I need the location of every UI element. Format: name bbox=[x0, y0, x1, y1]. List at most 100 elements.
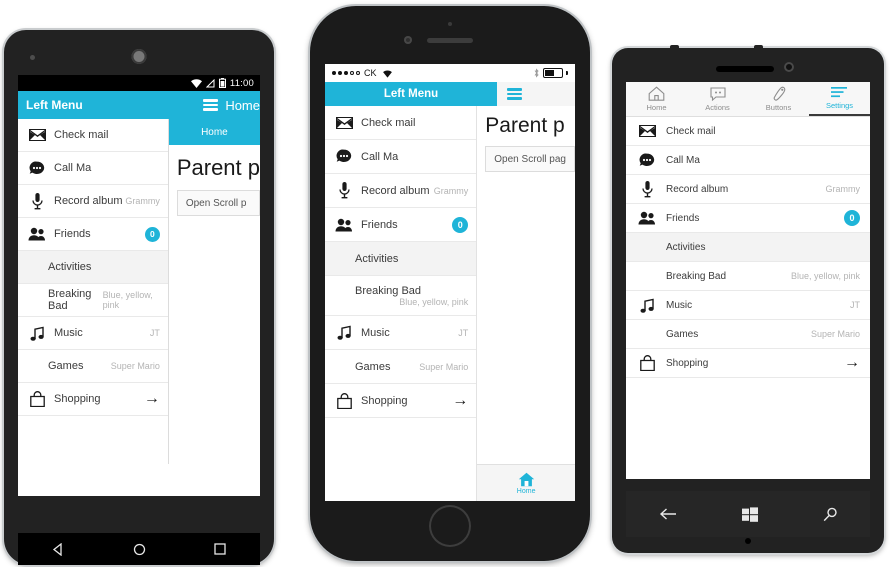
list-item-label: Music bbox=[361, 326, 390, 339]
list-item-label: Check mail bbox=[666, 125, 716, 137]
list-section-header: Activities bbox=[626, 233, 870, 262]
proximity-sensor-icon bbox=[448, 22, 452, 26]
front-camera-icon bbox=[784, 62, 794, 72]
winphone-nav-bar bbox=[626, 491, 870, 537]
android-menu-header: Left Menu bbox=[18, 91, 198, 119]
list-item-sub: Super Mario bbox=[419, 361, 469, 372]
iphone-tab-bar: Home bbox=[477, 464, 575, 501]
iphone-content-pane: Parent p Open Scroll pag Home bbox=[477, 106, 575, 501]
list-item[interactable]: Record album Grammy bbox=[626, 175, 870, 204]
list-item[interactable]: Shopping → bbox=[18, 383, 168, 416]
iphone-battery-group bbox=[533, 68, 568, 78]
list-section-header-label: Activities bbox=[355, 252, 399, 265]
mic-icon bbox=[26, 190, 48, 212]
list-item-label: Breaking Bad bbox=[666, 270, 727, 282]
list-item-label: Call Ma bbox=[361, 150, 399, 163]
tab-actions[interactable]: Actions bbox=[687, 82, 748, 116]
earpiece-icon bbox=[716, 66, 774, 72]
list-item[interactable]: Music JT bbox=[626, 291, 870, 320]
signal-dots-icon bbox=[332, 71, 360, 75]
list-item[interactable]: Shopping → bbox=[626, 349, 870, 378]
open-scroll-page-button[interactable]: Open Scroll pag bbox=[485, 146, 575, 172]
list-item-label: Shopping bbox=[54, 393, 101, 405]
top-nub-left-icon bbox=[670, 45, 679, 52]
list-item[interactable]: Breaking Bad Blue, yellow, pink bbox=[325, 276, 477, 316]
list-item[interactable]: Breaking Bad Blue, yellow, pink bbox=[626, 262, 870, 291]
android-status-bar: 11:00 bbox=[18, 75, 260, 91]
list-item[interactable]: Games Super Mario bbox=[325, 350, 477, 384]
list-section-header-label: Activities bbox=[666, 241, 706, 253]
microphone-icon bbox=[745, 538, 751, 544]
tab-home[interactable]: Home bbox=[626, 82, 687, 116]
list-item[interactable]: Breaking Bad Blue, yellow, pink bbox=[18, 284, 168, 317]
tab-label: Settings bbox=[825, 101, 854, 110]
list-item[interactable]: Call Ma bbox=[626, 146, 870, 175]
open-scroll-page-button[interactable]: Open Scroll p bbox=[176, 190, 260, 216]
tab-settings[interactable]: Settings bbox=[809, 82, 870, 116]
wifi-icon bbox=[190, 78, 202, 88]
list-item-sub: JT bbox=[149, 328, 160, 338]
buttons-icon bbox=[773, 86, 786, 101]
list-item[interactable]: Check mail bbox=[325, 106, 477, 140]
list-item[interactable]: Shopping → bbox=[325, 384, 477, 418]
chat-icon bbox=[333, 146, 355, 168]
home-icon bbox=[518, 472, 534, 486]
list-item-label: Call Ma bbox=[666, 154, 700, 166]
list-item-label: Shopping bbox=[666, 357, 709, 369]
carrier-label: CK bbox=[364, 68, 377, 78]
android-phone: 11:00 Left Menu Home Check mail Call Ma … bbox=[4, 30, 274, 565]
list-item-label: Games bbox=[666, 328, 699, 340]
list-item[interactable]: Games Super Mario bbox=[18, 350, 168, 383]
list-item[interactable]: Friends 0 bbox=[18, 218, 168, 251]
list-item[interactable]: Check mail bbox=[18, 119, 168, 152]
iphone-screen: CK Left Menu Check mail Call Ma Record a… bbox=[325, 64, 575, 501]
hamburger-icon[interactable] bbox=[203, 99, 219, 111]
wifi-icon bbox=[382, 69, 392, 78]
iphone-menu-list: Check mail Call Ma Record album Grammy F… bbox=[325, 106, 478, 501]
windows-phone: Home Actions Buttons Settings Check mail… bbox=[612, 45, 884, 553]
list-item-sub: Grammy bbox=[825, 184, 861, 194]
windows-icon[interactable] bbox=[741, 506, 758, 522]
chevron-right-icon: → bbox=[844, 354, 860, 371]
list-item[interactable]: Record album Grammy bbox=[18, 185, 168, 218]
front-camera-icon bbox=[30, 55, 35, 60]
iphone-status-bar: CK bbox=[325, 64, 575, 82]
clock-label: 11:00 bbox=[229, 77, 254, 89]
list-item[interactable]: Games Super Mario bbox=[626, 320, 870, 349]
list-item[interactable]: Call Ma bbox=[325, 140, 477, 174]
list-item[interactable]: Music JT bbox=[325, 316, 477, 350]
list-item[interactable]: Music JT bbox=[18, 317, 168, 350]
signal-icon bbox=[205, 78, 215, 87]
iphone-body: Check mail Call Ma Record album Grammy F… bbox=[325, 106, 575, 501]
list-item-label: Check mail bbox=[361, 116, 416, 129]
list-item-sub: JT bbox=[850, 300, 860, 310]
list-item-sub: Super Mario bbox=[110, 361, 160, 371]
back-arrow-icon[interactable] bbox=[659, 507, 677, 521]
list-item[interactable]: Check mail bbox=[626, 117, 870, 146]
tab-home-label: Home bbox=[516, 487, 536, 495]
bluetooth-icon bbox=[534, 68, 539, 78]
battery-icon bbox=[543, 68, 563, 78]
tab-buttons[interactable]: Buttons bbox=[748, 82, 809, 116]
back-button[interactable] bbox=[52, 542, 65, 556]
friends-icon bbox=[333, 214, 355, 236]
search-icon[interactable] bbox=[823, 507, 838, 522]
android-tab-strip[interactable]: Home bbox=[168, 119, 260, 145]
list-item-label: Friends bbox=[666, 212, 700, 224]
friends-icon bbox=[636, 208, 658, 228]
list-item[interactable]: Record album Grammy bbox=[325, 174, 477, 208]
hamburger-icon[interactable] bbox=[507, 88, 522, 100]
tab-home[interactable]: Home bbox=[516, 472, 536, 495]
home-button[interactable] bbox=[133, 543, 146, 556]
list-item[interactable]: Friends 0 bbox=[626, 204, 870, 233]
home-icon bbox=[648, 86, 665, 101]
list-item-label: Record album bbox=[666, 183, 729, 195]
settings-icon bbox=[831, 87, 847, 98]
mic-icon bbox=[333, 180, 355, 202]
list-item[interactable]: Friends 0 bbox=[325, 208, 477, 242]
list-item-sub: Blue, yellow, pink bbox=[399, 296, 469, 307]
home-button[interactable] bbox=[429, 505, 471, 547]
list-item[interactable]: Call Ma bbox=[18, 152, 168, 185]
recents-button[interactable] bbox=[214, 543, 226, 555]
battery-cap-icon bbox=[566, 71, 568, 75]
